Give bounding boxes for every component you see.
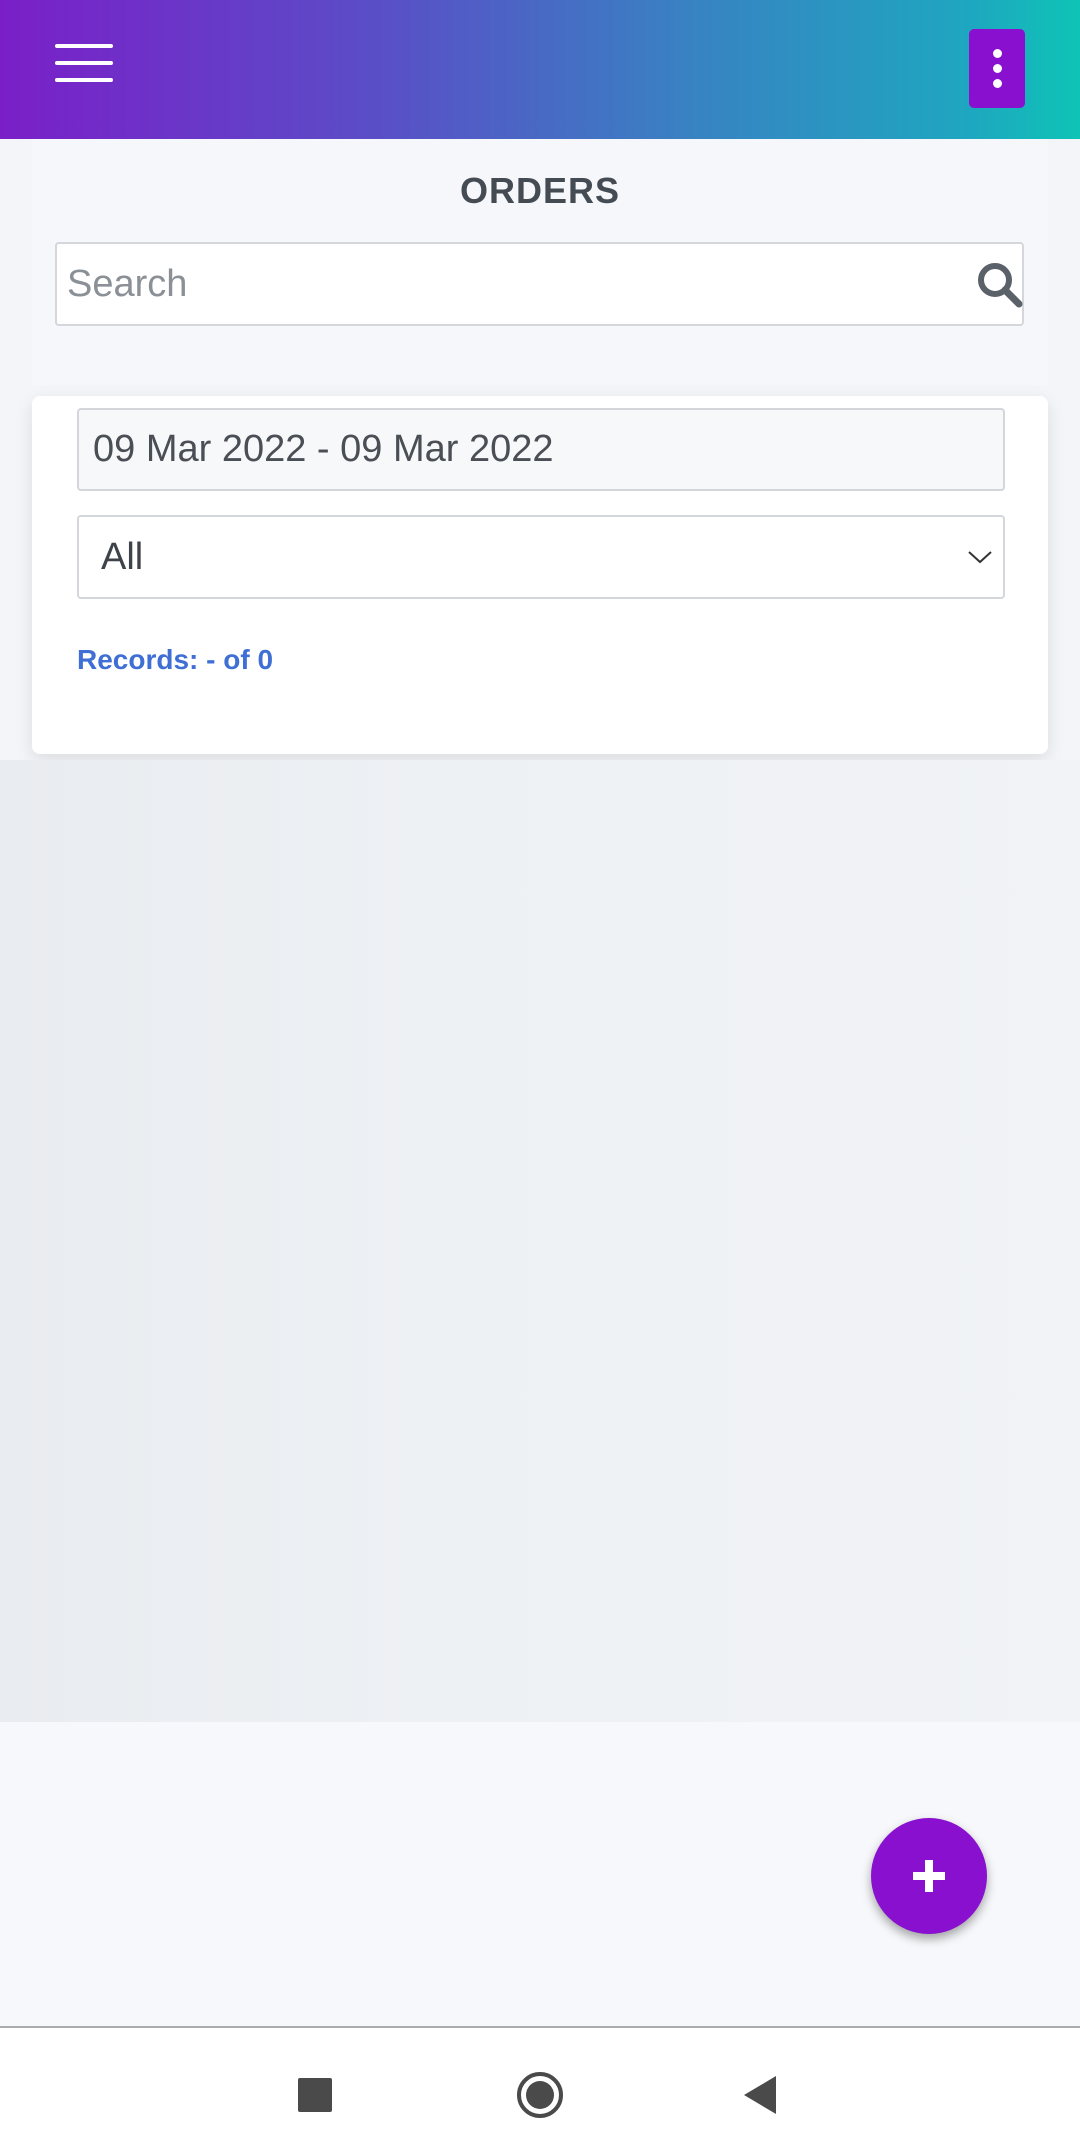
app-bar xyxy=(0,0,1080,139)
search-input[interactable] xyxy=(67,244,947,324)
orders-list-area xyxy=(0,760,1080,1722)
filter-card: 09 Mar 2022 - 09 Mar 2022 All Records: -… xyxy=(32,396,1048,754)
circle-icon[interactable] xyxy=(515,2070,565,2120)
plus-icon xyxy=(913,1860,945,1892)
status-select[interactable]: All xyxy=(77,515,1005,599)
search-icon[interactable] xyxy=(975,260,1023,308)
square-icon[interactable] xyxy=(298,2078,332,2112)
page-title: ORDERS xyxy=(459,170,621,211)
more-options-button[interactable] xyxy=(969,29,1025,108)
system-nav-bar xyxy=(0,2026,1080,2156)
chevron-down-icon xyxy=(968,551,992,564)
triangle-back-icon[interactable] xyxy=(742,2074,778,2116)
more-vertical-icon xyxy=(992,49,1002,58)
orders-screen: ORDERS 09 Mar 2022 - 09 Mar 2022 All Rec… xyxy=(0,0,1080,2156)
status-selected-value: All xyxy=(101,536,144,578)
hamburger-menu-icon[interactable] xyxy=(55,44,113,82)
search-box[interactable] xyxy=(55,242,1024,326)
date-range-field[interactable]: 09 Mar 2022 - 09 Mar 2022 xyxy=(77,408,1005,491)
records-count: Records: - of 0 xyxy=(77,644,274,675)
add-order-button[interactable] xyxy=(871,1818,987,1934)
header-panel: ORDERS xyxy=(32,139,1048,385)
